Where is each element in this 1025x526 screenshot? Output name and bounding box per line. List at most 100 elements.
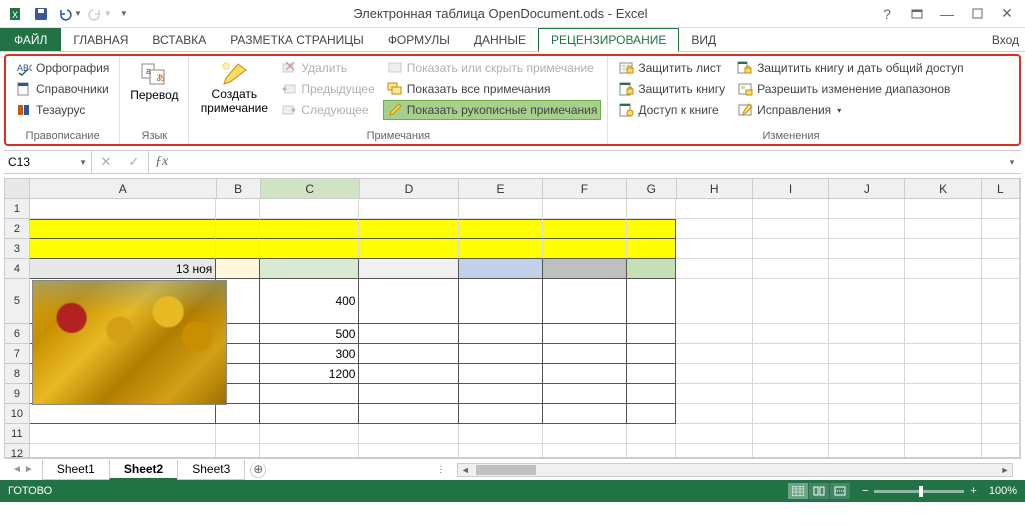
formula-input[interactable] bbox=[174, 151, 1003, 173]
cell-L11[interactable] bbox=[982, 424, 1020, 444]
row-header-3[interactable]: 3 bbox=[5, 239, 30, 259]
sheet-nav-prev[interactable]: ◄ bbox=[12, 464, 22, 475]
sheet-tab-sheet1[interactable]: Sheet1 bbox=[42, 460, 110, 480]
cell-D4[interactable] bbox=[359, 259, 458, 279]
zoom-slider[interactable] bbox=[874, 490, 964, 493]
cell-H12[interactable] bbox=[676, 444, 752, 457]
cell-L3[interactable] bbox=[982, 239, 1020, 259]
cell-H5[interactable] bbox=[676, 279, 752, 324]
cell-B10[interactable] bbox=[216, 404, 260, 424]
cell-F10[interactable] bbox=[543, 404, 627, 424]
close-button[interactable]: ✕ bbox=[993, 3, 1021, 25]
cell-A12[interactable] bbox=[30, 444, 217, 457]
cell-B4[interactable] bbox=[216, 259, 260, 279]
cell-G3[interactable] bbox=[627, 239, 677, 259]
cell-E10[interactable] bbox=[459, 404, 543, 424]
tab-formulas[interactable]: ФОРМУЛЫ bbox=[376, 28, 462, 51]
zoom-out-button[interactable]: − bbox=[862, 485, 868, 497]
add-sheet-button[interactable]: ⊕ bbox=[250, 462, 266, 478]
embedded-image[interactable] bbox=[32, 280, 227, 405]
cell-G6[interactable] bbox=[627, 324, 677, 344]
view-page-layout-button[interactable] bbox=[809, 483, 829, 499]
cell-K10[interactable] bbox=[905, 404, 981, 424]
column-header-I[interactable]: I bbox=[753, 179, 829, 198]
confirm-edit-button[interactable]: ✓ bbox=[120, 154, 148, 170]
cell-L2[interactable] bbox=[982, 219, 1020, 239]
cell-J6[interactable] bbox=[829, 324, 905, 344]
cell-E4[interactable] bbox=[459, 259, 543, 279]
zoom-in-button[interactable]: + bbox=[970, 485, 976, 497]
cell-J9[interactable] bbox=[829, 384, 905, 404]
tab-insert[interactable]: ВСТАВКА bbox=[140, 28, 218, 51]
undo-button[interactable] bbox=[54, 3, 76, 25]
row-header-6[interactable]: 6 bbox=[5, 324, 30, 344]
cell-D7[interactable] bbox=[359, 344, 458, 364]
cell-L7[interactable] bbox=[982, 344, 1020, 364]
protect-sheet-button[interactable]: Защитить лист bbox=[614, 58, 729, 78]
cell-G9[interactable] bbox=[627, 384, 677, 404]
cell-E3[interactable] bbox=[459, 239, 543, 259]
cell-K6[interactable] bbox=[905, 324, 981, 344]
cell-K8[interactable] bbox=[905, 364, 981, 384]
view-normal-button[interactable] bbox=[788, 483, 808, 499]
cell-E12[interactable] bbox=[459, 444, 543, 457]
column-header-K[interactable]: K bbox=[905, 179, 981, 198]
row-header-10[interactable]: 10 bbox=[5, 404, 30, 424]
cell-A10[interactable] bbox=[30, 404, 217, 424]
cell-H3[interactable] bbox=[676, 239, 752, 259]
column-header-H[interactable]: H bbox=[677, 179, 753, 198]
ribbon-display-options[interactable] bbox=[903, 3, 931, 25]
cell-H11[interactable] bbox=[676, 424, 752, 444]
cell-G10[interactable] bbox=[627, 404, 677, 424]
cell-J2[interactable] bbox=[829, 219, 905, 239]
cell-I1[interactable] bbox=[753, 199, 829, 219]
cell-D10[interactable] bbox=[359, 404, 458, 424]
cell-J8[interactable] bbox=[829, 364, 905, 384]
cell-H6[interactable] bbox=[676, 324, 752, 344]
references-button[interactable]: Справочники bbox=[12, 79, 113, 99]
cell-I4[interactable] bbox=[753, 259, 829, 279]
cell-J12[interactable] bbox=[829, 444, 905, 457]
sign-in-link[interactable]: Вход bbox=[992, 28, 1025, 51]
hscroll-right[interactable]: ► bbox=[998, 465, 1012, 475]
cell-E11[interactable] bbox=[459, 424, 543, 444]
cell-I3[interactable] bbox=[753, 239, 829, 259]
column-header-E[interactable]: E bbox=[459, 179, 543, 198]
tab-view[interactable]: ВИД bbox=[679, 28, 728, 51]
cell-L10[interactable] bbox=[982, 404, 1020, 424]
cell-D1[interactable] bbox=[359, 199, 458, 219]
cell-C11[interactable] bbox=[260, 424, 359, 444]
cell-K4[interactable] bbox=[905, 259, 981, 279]
share-workbook-button[interactable]: Доступ к книге bbox=[614, 100, 729, 120]
qat-customize[interactable]: ▼ bbox=[120, 9, 128, 18]
cell-C4[interactable] bbox=[260, 259, 359, 279]
cell-A11[interactable] bbox=[30, 424, 217, 444]
cell-E2[interactable] bbox=[459, 219, 543, 239]
cell-G7[interactable] bbox=[627, 344, 677, 364]
maximize-button[interactable] bbox=[963, 3, 991, 25]
select-all-corner[interactable] bbox=[5, 179, 30, 198]
cell-E9[interactable] bbox=[459, 384, 543, 404]
cell-F12[interactable] bbox=[543, 444, 627, 457]
cell-H8[interactable] bbox=[676, 364, 752, 384]
column-header-L[interactable]: L bbox=[982, 179, 1020, 198]
name-box[interactable]: C13▼ bbox=[4, 151, 92, 173]
horizontal-scrollbar[interactable]: ◄ ► bbox=[457, 463, 1013, 477]
fx-button[interactable]: ƒx bbox=[149, 151, 174, 173]
column-header-J[interactable]: J bbox=[829, 179, 905, 198]
thesaurus-button[interactable]: Тезаурус bbox=[12, 100, 113, 120]
hscroll-thumb[interactable] bbox=[476, 465, 536, 475]
cell-H10[interactable] bbox=[676, 404, 752, 424]
sheets-scroll-divider[interactable]: ⋮ bbox=[432, 464, 449, 475]
cell-G11[interactable] bbox=[627, 424, 677, 444]
cell-F8[interactable] bbox=[543, 364, 627, 384]
cell-K11[interactable] bbox=[905, 424, 981, 444]
row-header-1[interactable]: 1 bbox=[5, 199, 30, 219]
cell-A4[interactable]: 13 ноя bbox=[30, 259, 217, 279]
column-header-G[interactable]: G bbox=[627, 179, 677, 198]
hscroll-left[interactable]: ◄ bbox=[458, 465, 472, 475]
cell-K7[interactable] bbox=[905, 344, 981, 364]
row-header-2[interactable]: 2 bbox=[5, 219, 30, 239]
cell-K9[interactable] bbox=[905, 384, 981, 404]
cell-H7[interactable] bbox=[676, 344, 752, 364]
